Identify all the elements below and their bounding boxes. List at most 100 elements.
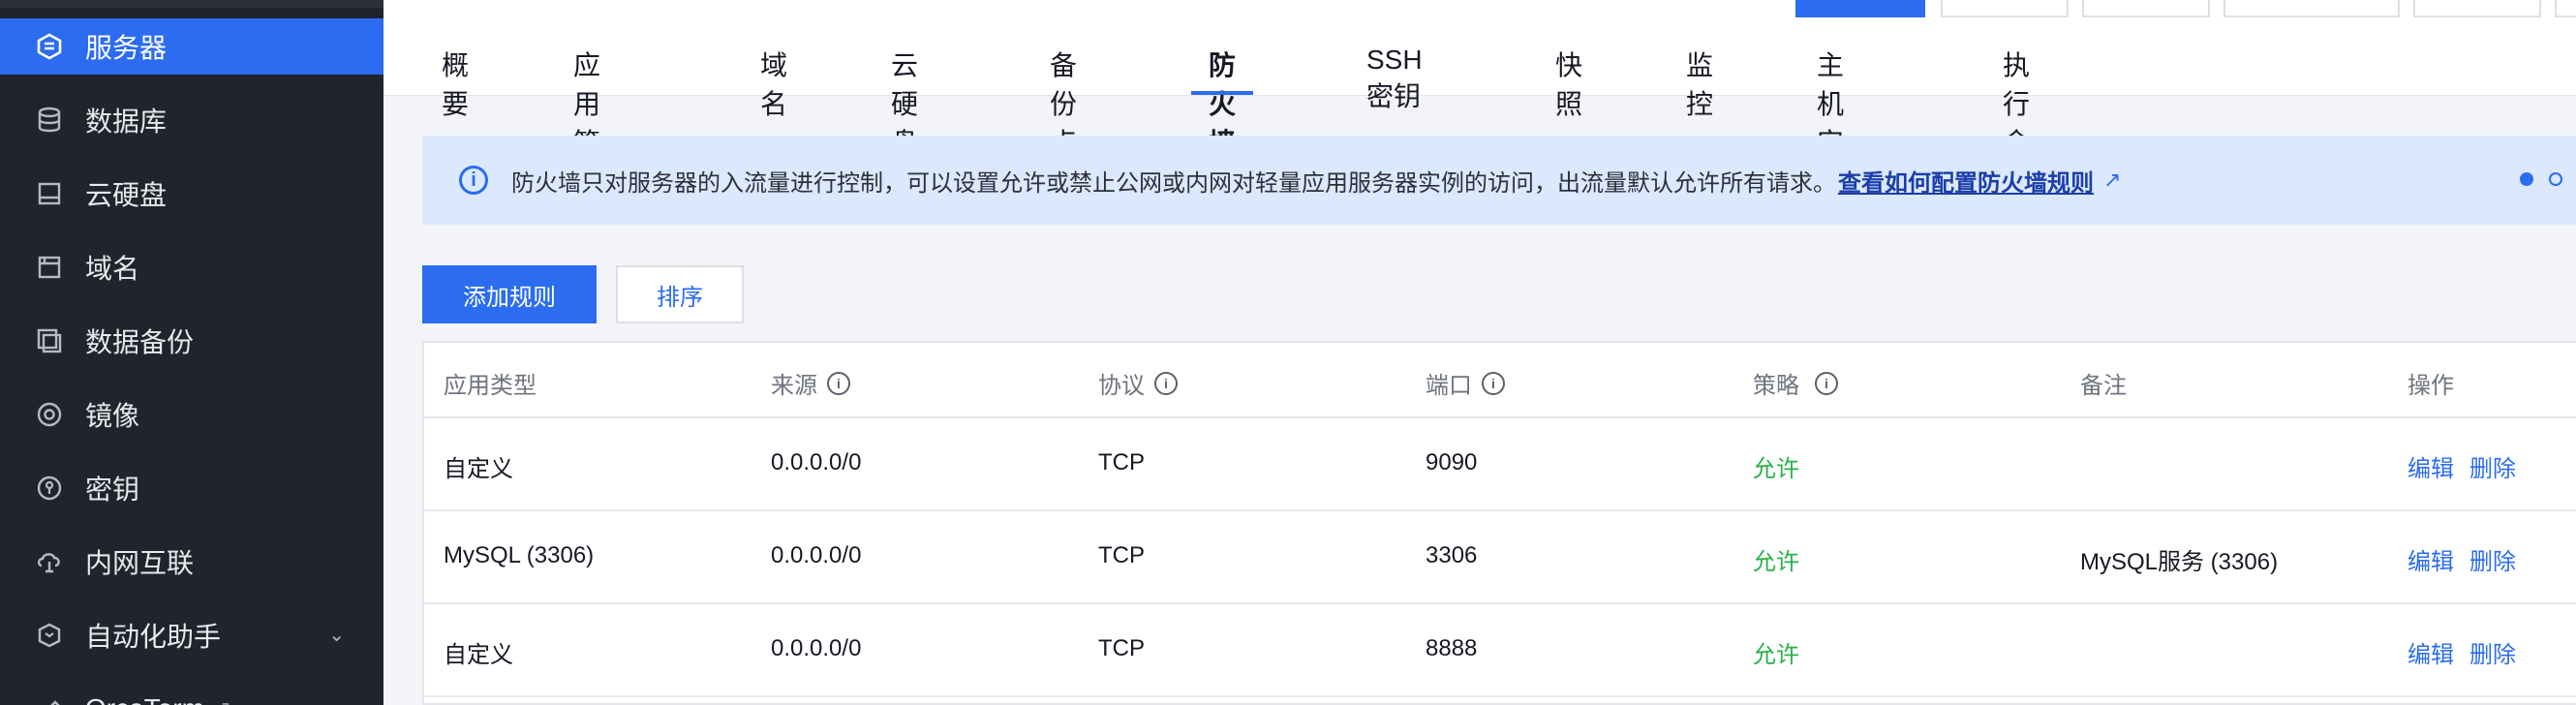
sidebar-item-orcaterm[interactable]: OrcaTerm ↗ <box>0 681 383 705</box>
cell-source: 0.0.0.0/0 <box>771 449 862 475</box>
tab-ssh-key[interactable]: SSH密钥 <box>1366 45 1423 111</box>
tab-domain[interactable]: 域名 <box>760 45 787 119</box>
sidebar-item-disk[interactable]: 云硬盘 <box>0 166 383 222</box>
edit-button[interactable]: 编辑 <box>2407 635 2454 669</box>
sidebar-item-domain[interactable]: 域名 <box>0 239 383 295</box>
backup-icon <box>35 326 64 355</box>
carousel-dots <box>2520 172 2562 186</box>
header-label: 备注 <box>2080 373 2127 399</box>
tab-cloud-disk[interactable]: 云硬盘 <box>891 45 918 158</box>
delete-button[interactable]: 删除 <box>2469 449 2516 483</box>
image-icon <box>35 400 64 429</box>
cell-port: 9090 <box>1426 449 1478 475</box>
notice-text: 防火墙只对服务器的入流量进行控制，可以设置允许或禁止公网或内网对轻量应用服务器实… <box>511 169 1836 197</box>
external-link-icon: ↗ <box>214 696 231 705</box>
sidebar-item-network[interactable]: 内网互联 <box>0 534 383 590</box>
table-row: 自定义 0.0.0.0/0 TCP 8888 允许 编辑 删除 <box>424 602 2576 697</box>
database-icon <box>35 106 64 135</box>
carousel-dot-active[interactable] <box>2520 172 2533 186</box>
sidebar-item-image[interactable]: 镜像 <box>0 386 383 443</box>
info-icon[interactable]: i <box>1482 371 1505 395</box>
header-actions: 操作 <box>2407 366 2454 400</box>
tab-snapshot[interactable]: 快照 <box>1555 45 1582 119</box>
sidebar-item-label: 内网互联 <box>85 548 195 578</box>
cell-policy: 允许 <box>1753 456 1799 482</box>
cell-policy: 允许 <box>1753 642 1799 668</box>
sidebar-item-label: OrcaTerm <box>85 693 204 705</box>
top-bar: 概要 应用管理 域名 云硬盘 备份点 防火墙 SSH密钥 快照 监控 主机安全 … <box>383 0 2576 197</box>
tab-overview[interactable]: 概要 <box>442 45 469 119</box>
disk-icon <box>35 179 64 208</box>
header-label: 协议 <box>1098 373 1145 399</box>
carousel-dot[interactable] <box>2549 172 2562 186</box>
top-action-button[interactable] <box>2223 0 2400 17</box>
tab-firewall[interactable]: 防火墙 <box>1190 45 1254 158</box>
cell-source: 0.0.0.0/0 <box>771 635 862 661</box>
sidebar-item-label: 自动化助手 <box>85 622 222 652</box>
tab-app-management[interactable]: 应用管理 <box>573 45 600 197</box>
delete-button[interactable]: 删除 <box>2469 635 2516 669</box>
tab-execute-command[interactable]: 执行命令 <box>2003 45 2030 197</box>
add-rule-button[interactable]: 添加规则 <box>422 265 597 323</box>
top-action-button[interactable] <box>1941 0 2069 17</box>
cell-protocol: TCP <box>1098 542 1145 568</box>
sidebar-item-automation[interactable]: 自动化助手 ⌄ <box>0 607 383 663</box>
header-app-type: 应用类型 <box>444 366 537 400</box>
chevron-down-icon[interactable]: ⌄ <box>328 623 345 647</box>
edit-button[interactable]: 编辑 <box>2407 542 2454 576</box>
sidebar-item-database[interactable]: 数据库 <box>0 92 383 148</box>
cell-app-type: 自定义 <box>444 456 513 482</box>
delete-button[interactable]: 删除 <box>2469 542 2516 576</box>
top-primary-button[interactable] <box>1795 0 1925 17</box>
sidebar-item-label: 云硬盘 <box>85 180 168 210</box>
cell-app-type: 自定义 <box>444 642 513 668</box>
header-port: 端口 i <box>1426 366 1505 400</box>
table-header: 应用类型 来源 i 协议 i 端口 i 策略 i 备注 操作 <box>424 343 2576 418</box>
header-label: 应用类型 <box>444 373 537 399</box>
top-action-button[interactable] <box>2082 0 2210 17</box>
sidebar-item-server[interactable]: 服务器 <box>0 18 383 75</box>
header-label: 端口 <box>1426 373 1472 399</box>
info-icon[interactable]: i <box>1154 371 1178 395</box>
network-icon <box>35 547 64 576</box>
header-policy: 策略 i <box>1753 366 1838 400</box>
cell-app-type: MySQL (3306) <box>444 542 595 568</box>
sidebar-item-label: 数据备份 <box>85 327 195 357</box>
header-source: 来源 i <box>771 366 850 400</box>
edit-button[interactable]: 编辑 <box>2407 449 2454 483</box>
external-link-icon: ↗ <box>2103 168 2122 192</box>
sidebar-item-label: 域名 <box>85 254 140 284</box>
tab-backup-point[interactable]: 备份点 <box>1050 45 1077 158</box>
table-row: 自定义 0.0.0.0/0 TCP 9090 允许 编辑 删除 <box>424 416 2576 511</box>
main-content: 概要 应用管理 域名 云硬盘 备份点 防火墙 SSH密钥 快照 监控 主机安全 … <box>383 0 2576 705</box>
sort-button[interactable]: 排序 <box>616 265 744 323</box>
cell-port: 3306 <box>1426 542 1478 568</box>
cell-remark: MySQL服务 (3306) <box>2080 549 2279 575</box>
cell-policy: 允许 <box>1753 549 1799 575</box>
table-row: MySQL (3306) 0.0.0.0/0 TCP 3306 允许 MySQL… <box>424 509 2576 604</box>
header-remark: 备注 <box>2080 366 2127 400</box>
header-protocol: 协议 i <box>1098 366 1178 400</box>
info-icon[interactable]: i <box>1815 371 1838 395</box>
header-label: 策略 <box>1753 373 1799 399</box>
info-icon[interactable]: i <box>827 371 850 395</box>
tab-host-security[interactable]: 主机安全 <box>1817 45 1844 197</box>
sidebar-item-backup[interactable]: 数据备份 <box>0 313 383 369</box>
top-action-button[interactable] <box>2555 0 2576 17</box>
terminal-icon <box>35 694 64 705</box>
sidebar-item-label: 镜像 <box>85 401 140 431</box>
key-icon <box>35 474 64 503</box>
sidebar-item-label: 服务器 <box>85 33 168 63</box>
sidebar-item-label: 密钥 <box>85 475 140 505</box>
cell-port: 8888 <box>1426 635 1478 661</box>
cell-protocol: TCP <box>1098 449 1145 475</box>
header-label: 来源 <box>771 373 817 399</box>
top-action-button[interactable] <box>2413 0 2541 17</box>
firewall-rules-help-link[interactable]: 查看如何配置防火墙规则 <box>1838 164 2094 198</box>
server-icon <box>35 32 64 61</box>
sidebar: 服务器 数据库 云硬盘 域名 数据备份 镜像 密钥 内网互联 自动化助手 ⌄ <box>0 0 383 705</box>
sidebar-item-label: 数据库 <box>85 107 168 137</box>
sidebar-item-key[interactable]: 密钥 <box>0 460 383 516</box>
cell-source: 0.0.0.0/0 <box>771 542 862 568</box>
tab-monitor[interactable]: 监控 <box>1686 45 1713 119</box>
